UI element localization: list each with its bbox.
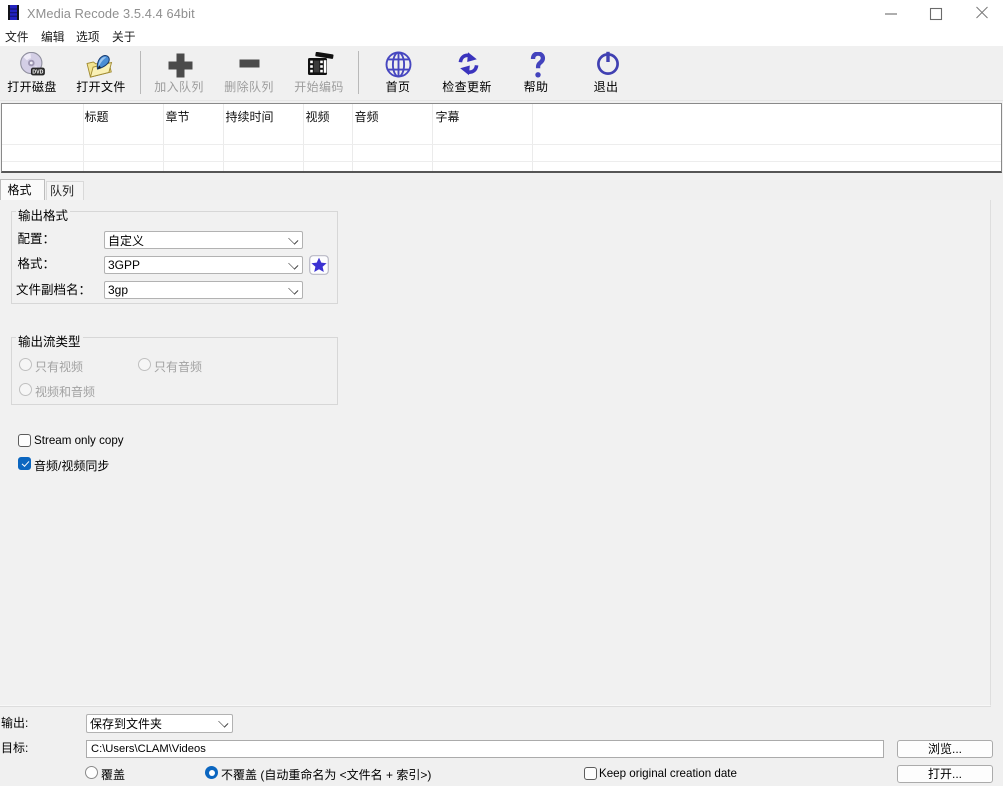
svg-text:DVD: DVD [32, 70, 43, 76]
